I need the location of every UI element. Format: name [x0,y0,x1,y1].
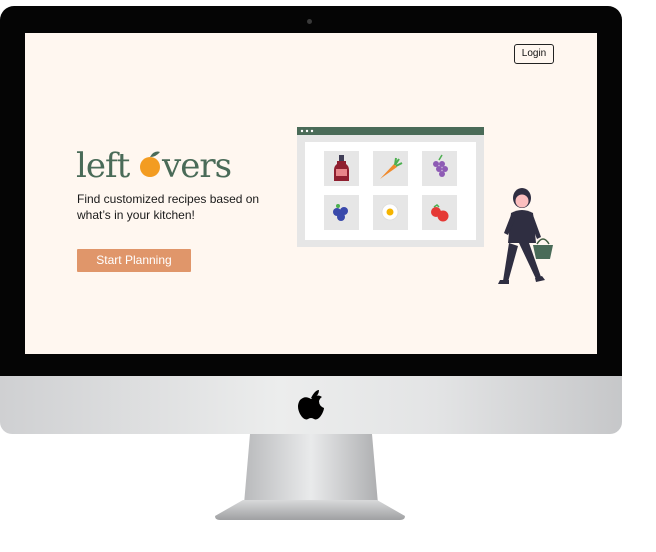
hero-illustration [297,127,553,284]
brand-logo: left vers leftovers [76,146,232,185]
basket-icon [533,238,553,259]
browser-window-illustration [297,127,484,247]
svg-text:vers: vers [161,146,231,185]
apple-logo-icon [298,390,324,420]
start-planning-button[interactable]: Start Planning [77,249,191,272]
monitor-stand [244,434,378,504]
orange-icon [140,157,160,177]
egg-icon [381,203,399,221]
person-illustration [498,188,553,284]
tagline: Find customized recipes based on what’s … [77,192,260,222]
login-button[interactable]: Login [514,44,554,64]
svg-text:left: left [76,146,131,185]
camera-icon [307,19,312,24]
screen: Login left vers leftovers Find customize… [25,33,597,354]
monitor-stand-base [215,500,405,520]
